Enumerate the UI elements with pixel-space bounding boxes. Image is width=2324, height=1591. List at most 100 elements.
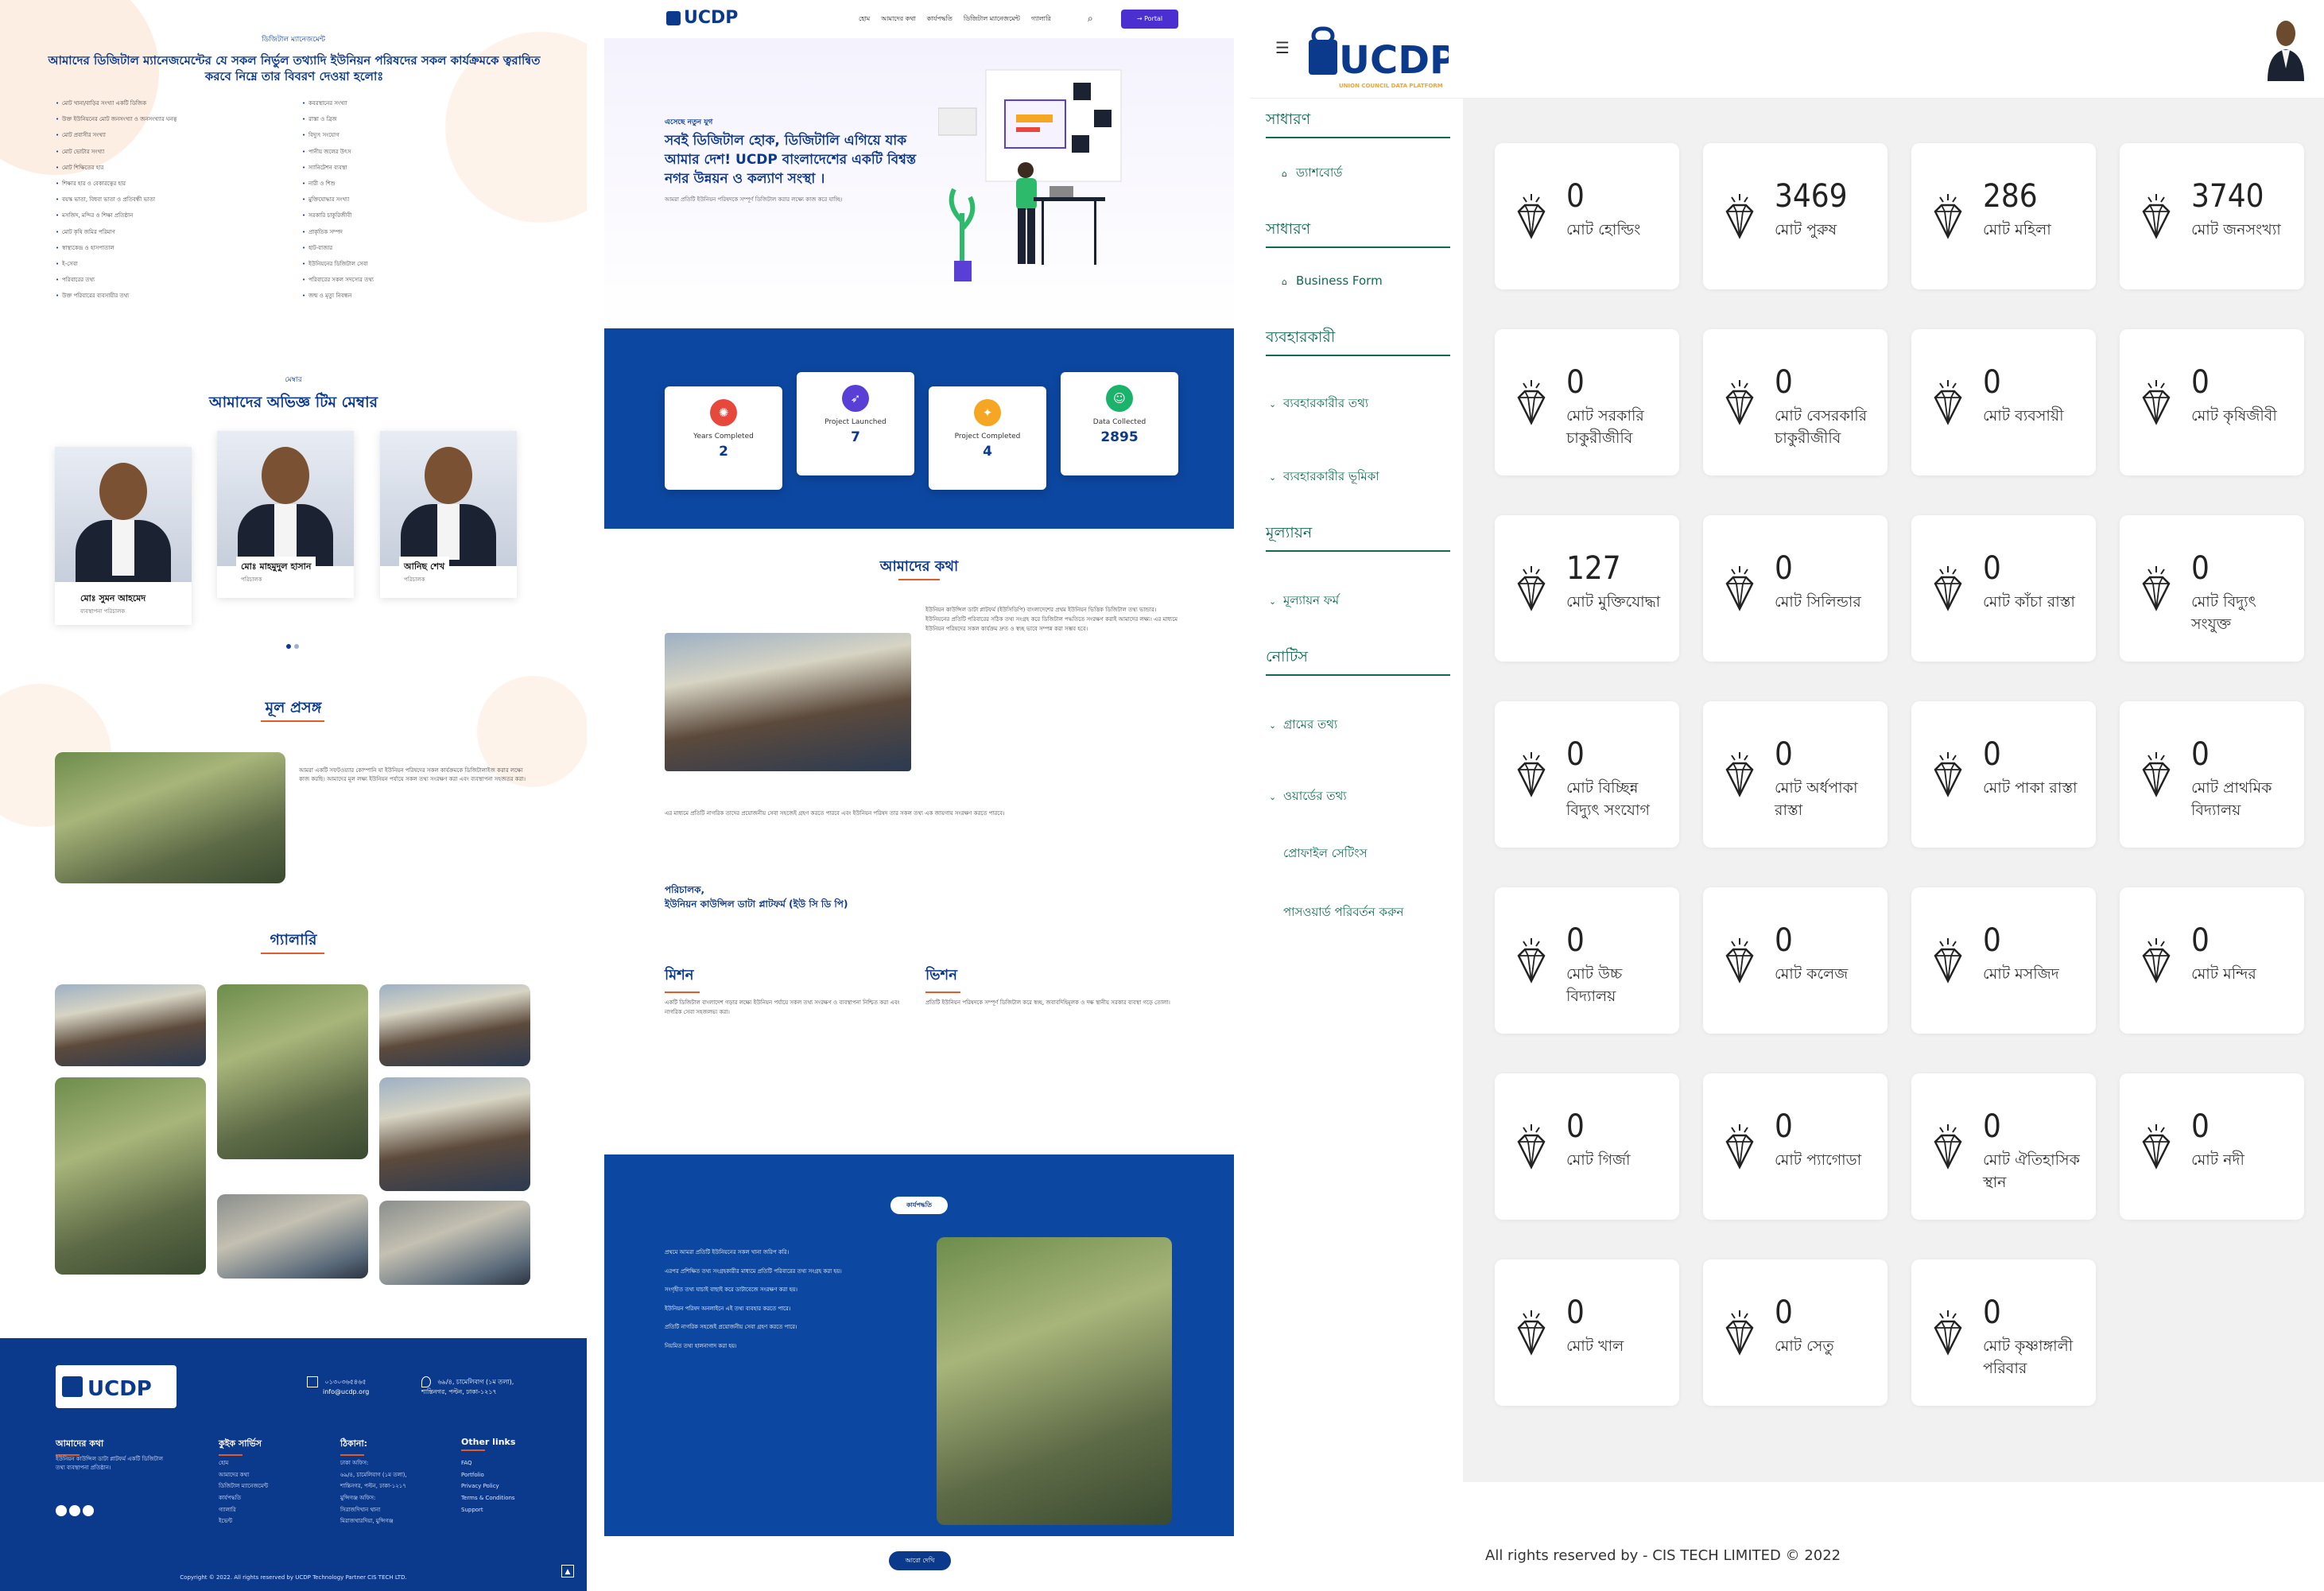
team-card[interactable]: মোঃ মাহমুদুল হাসান পরিচালক — [217, 431, 354, 598]
site-logo[interactable]: UCDP — [666, 8, 738, 28]
menu-toggle-icon[interactable]: ☰ — [1275, 38, 1290, 57]
stat-label: মোট কৃষিজীবী — [2191, 407, 2277, 425]
feature-item: পরিবারের সকল সদস্যের তথ্য — [302, 276, 549, 285]
footer-about-text: ইউনিয়ন কাউন্সিল ডাটা প্লাটফর্ম একটি ডিজ… — [56, 1456, 163, 1472]
sidebar-item-profile-settings[interactable]: প্রোফাইল সেটিংস — [1283, 844, 1368, 864]
sidebar-item-user-roles[interactable]: ⌄ ব্যবহারকারীর ভূমিকা — [1269, 468, 1379, 487]
hero-title: সবই ডিজিটাল হোক, ডিজিটালি এগিয়ে যাক আমা… — [665, 133, 917, 187]
stat-tile[interactable]: 0 মোট ব্যবসায়ী — [1911, 329, 2096, 475]
sidebar-item-village-info[interactable]: ⌄ গ্রামের তথ্য — [1269, 716, 1337, 735]
footer-logo[interactable]: UCDP — [56, 1365, 177, 1408]
team-card[interactable]: মোঃ সুমন আহমেদ ব্যবস্থাপনা পরিচালক — [55, 447, 192, 625]
phone-icon — [307, 1376, 318, 1387]
stat-tile[interactable]: 0 মোট বিদ্যুৎ সংযুক্ত — [2120, 515, 2304, 662]
stat-tile[interactable]: 0 মোট প্যাগোডা — [1703, 1073, 1888, 1220]
footer-link[interactable]: Portfolio — [461, 1469, 515, 1481]
nav-link[interactable]: আমাদের কথা — [881, 15, 916, 22]
address-line: ঢাকা অফিস: — [340, 1460, 369, 1466]
nav-link[interactable]: কার্যপদ্ধতি — [927, 15, 952, 22]
footer-link[interactable]: ডিজিটাল ম্যানেজমেন্ট — [219, 1480, 268, 1492]
footer-link[interactable]: FAQ — [461, 1457, 515, 1469]
stat-tile[interactable]: 0 মোট সিলিন্ডার — [1703, 515, 1888, 662]
portal-button[interactable]: → Portal — [1121, 10, 1178, 29]
stat-tile[interactable]: 0 মোট নদী — [2120, 1073, 2304, 1220]
topic-photo — [55, 752, 285, 883]
search-icon[interactable]: ⌕ — [1088, 13, 1093, 25]
stat-tile[interactable]: 0 মোট কৃষিজীবী — [2120, 329, 2304, 475]
gallery-photo[interactable] — [217, 984, 368, 1159]
gallery-photo[interactable] — [217, 1194, 368, 1279]
nav-link[interactable]: হোম — [859, 15, 870, 22]
stat-tile[interactable]: 0 মোট খাল — [1495, 1259, 1679, 1406]
stat-tile[interactable]: 0 মোট উচ্চ বিদ্যালয় — [1495, 887, 1679, 1034]
stat-tile[interactable]: 0 মোট মসজিদ — [1911, 887, 2096, 1034]
footer-link[interactable]: Terms & Conditions — [461, 1492, 515, 1504]
nav-link[interactable]: গ্যালারি — [1031, 15, 1051, 22]
gallery-photo[interactable] — [55, 1077, 206, 1275]
gallery-photo[interactable] — [379, 1201, 530, 1285]
stat-tile[interactable]: 127 মোট মুক্তিযোদ্ধা — [1495, 515, 1679, 662]
diamond-icon — [1932, 749, 1964, 800]
stat-tile[interactable]: 0 মোট বিচ্ছিন্ন বিদ্যুৎ সংযোগ — [1495, 701, 1679, 848]
stat-value: 0 — [1775, 1294, 1793, 1331]
stat-tile[interactable]: 0 মোট প্রাথমিক বিদ্যালয় — [2120, 701, 2304, 848]
stat-tile[interactable]: 0 মোট ঐতিহাসিক স্থান — [1911, 1073, 2096, 1220]
stat-value: 0 — [1775, 364, 1793, 401]
user-avatar[interactable] — [2266, 13, 2306, 81]
footer-link[interactable]: Support — [461, 1504, 515, 1516]
stat-tile[interactable]: 0 মোট অর্ধপাকা রাস্তা — [1703, 701, 1888, 848]
gallery-photo[interactable] — [379, 1077, 530, 1191]
workflow-item: প্রতিটি নাগরিক সহজেই প্রয়োজনীয় সেবা গ্… — [665, 1324, 797, 1331]
dashboard-stats-grid: 0 মোট হোল্ডিং 3469 মোট পুরুষ 286 মোট মহিলা 374… — [1463, 99, 2324, 1482]
footer-link[interactable]: হোম — [219, 1457, 268, 1469]
stat-label: Years Completed — [693, 433, 754, 440]
stat-tile[interactable]: 286 মোট মহিলা — [1911, 143, 2096, 289]
stat-tile[interactable]: 0 মোট কৃষ্ণাঙ্গালী পরিবার — [1911, 1259, 2096, 1406]
footer-phone-email[interactable]: ০১৩০৩৬৫৪৬৫ info@ucdp.org — [307, 1376, 369, 1397]
stat-tile[interactable]: 0 মোট কাঁচা রাস্তা — [1911, 515, 2096, 662]
diamond-icon — [1932, 1307, 1964, 1358]
stat-value: 0 — [1775, 922, 1793, 959]
diamond-icon — [1515, 1307, 1547, 1358]
gallery-photo[interactable] — [379, 984, 530, 1066]
carousel-dots[interactable] — [285, 637, 301, 652]
nav-link[interactable]: ডিজিটাল ম্যানেজমেন্ট — [964, 15, 1020, 22]
sidebar-item-dashboard[interactable]: ⌂ ড্যাশবোর্ড — [1282, 164, 1342, 184]
team-card[interactable]: আনিছ শেখ পরিচালক — [380, 431, 517, 598]
about-photo — [665, 633, 911, 771]
footer-link[interactable]: Privacy Policy — [461, 1480, 515, 1492]
stat-value: 127 — [1566, 550, 1621, 587]
stat-tile[interactable]: 0 মোট বেসরকারি চাকুরীজীবি — [1703, 329, 1888, 475]
stat-tile[interactable]: 0 মোট কলেজ — [1703, 887, 1888, 1034]
scroll-top-button[interactable]: ▲ — [561, 1565, 574, 1577]
sidebar-item-business-form[interactable]: ⌂ Business Form — [1282, 274, 1383, 288]
feature-item: ইউনিয়নের ডিজিটাল সেবা — [302, 260, 549, 269]
sidebar-item-user-info[interactable]: ⌄ ব্যবহারকারীর তথ্য — [1269, 394, 1368, 414]
stat-tile[interactable]: 0 মোট সরকারি চাকুরীজীবি — [1495, 329, 1679, 475]
home-icon: ⌂ — [1282, 169, 1287, 179]
facebook-icon[interactable] — [56, 1505, 67, 1516]
dashboard-logo[interactable]: UCDP UNION COUNCIL DATA PLATFORM — [1306, 8, 1449, 92]
workflow-list: প্রথমে আমরা প্রতিটি ইউনিয়নের সকল খানা জ… — [665, 1248, 911, 1360]
stat-tile[interactable]: 3740 মোট জনসংখ্যা — [2120, 143, 2304, 289]
see-more-button[interactable]: আরো দেখি — [889, 1551, 951, 1570]
footer-about-title: আমাদের কথা — [56, 1437, 103, 1456]
diamond-icon — [2140, 563, 2172, 614]
gallery-photo[interactable] — [55, 984, 206, 1066]
youtube-icon[interactable] — [69, 1505, 80, 1516]
footer-link[interactable]: ইভেন্ট — [219, 1515, 268, 1527]
sidebar-item-change-password[interactable]: পাসওয়ার্ড পরিবর্তন করুন — [1283, 903, 1403, 923]
footer-link[interactable]: গ্যালারি — [219, 1504, 268, 1516]
stat-tile[interactable]: 0 মোট পাকা রাস্তা — [1911, 701, 2096, 848]
stat-tile[interactable]: 0 মোট সেতু — [1703, 1259, 1888, 1406]
team-photo — [217, 431, 354, 566]
sidebar-item-evaluation-form[interactable]: ⌄ মূল্যায়ন ফর্ম — [1269, 592, 1339, 611]
sidebar-item-ward-info[interactable]: ⌄ ওয়ার্ডের তথ্য — [1269, 787, 1347, 807]
stat-tile[interactable]: 3469 মোট পুরুষ — [1703, 143, 1888, 289]
twitter-icon[interactable] — [83, 1505, 94, 1516]
stat-tile[interactable]: 0 মোট গির্জা — [1495, 1073, 1679, 1220]
stat-tile[interactable]: 0 মোট মন্দির — [2120, 887, 2304, 1034]
footer-link[interactable]: কার্যপদ্ধতি — [219, 1492, 268, 1504]
footer-link[interactable]: আমাদের কথা — [219, 1469, 268, 1481]
stat-tile[interactable]: 0 মোট হোল্ডিং — [1495, 143, 1679, 289]
